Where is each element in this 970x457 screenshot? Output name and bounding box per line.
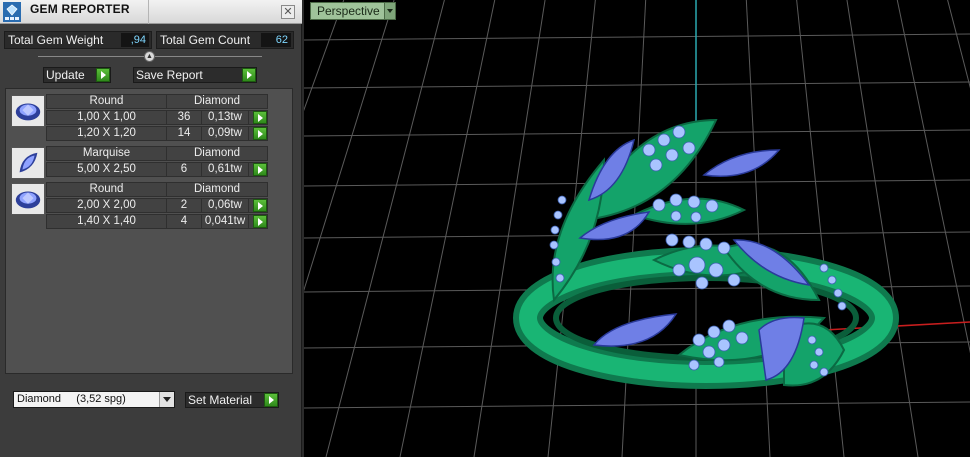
update-button-label: Update [46, 68, 85, 82]
material-dropdown[interactable]: Diamond (3,52 spg) [13, 391, 175, 408]
play-arrow-icon[interactable] [96, 68, 110, 82]
material-dropdown-value: Diamond (3,52 spg) [17, 393, 126, 405]
close-icon: ✕ [283, 5, 293, 18]
gem-group-header: Round Diamond [46, 182, 268, 197]
gem-reporter-app-icon [3, 2, 21, 22]
table-row[interactable]: 1,00 X 1,00 36 0,13tw [46, 110, 268, 125]
set-material-button[interactable]: Set Material [185, 392, 279, 408]
gem-material: Diamond [193, 95, 241, 107]
collapse-section-button[interactable]: ▲ [144, 51, 155, 62]
gem-count: 6 [167, 163, 202, 176]
play-arrow-icon[interactable] [253, 111, 267, 124]
gem-shape: Marquise [47, 147, 167, 160]
gem-weight: 0,041tw [202, 215, 249, 228]
gem-reporter-panel: GEM REPORTER ✕ Total Gem Weight ,94 Tota… [0, 0, 302, 457]
gem-count: 4 [167, 215, 202, 228]
gem-shape: Round [47, 183, 167, 196]
gem-size: 2,00 X 2,00 [47, 199, 167, 212]
titlebar-divider [148, 0, 149, 24]
gem-size: 1,00 X 1,00 [47, 111, 167, 124]
gem-material: Diamond [193, 183, 241, 195]
total-gem-count-value: 62 [261, 33, 291, 47]
gem-group-header: Marquise Diamond [46, 146, 268, 161]
gem-count: 2 [167, 199, 202, 212]
table-row[interactable]: 2,00 X 2,00 2 0,06tw [46, 198, 268, 213]
play-arrow-icon[interactable] [253, 127, 267, 140]
round-gem-icon[interactable] [11, 95, 45, 127]
gem-size: 1,40 X 1,40 [47, 215, 167, 228]
chevron-down-icon[interactable] [159, 392, 174, 407]
gem-weight: 0,06tw [202, 199, 249, 212]
marquise-gem-icon[interactable] [11, 147, 45, 179]
panel-title: GEM REPORTER [30, 2, 130, 16]
save-report-button[interactable]: Save Report [133, 67, 257, 83]
gem-count: 14 [167, 127, 202, 140]
play-arrow-icon[interactable] [264, 393, 278, 407]
play-arrow-icon[interactable] [253, 163, 267, 176]
gem-count: 36 [167, 111, 202, 124]
panel-titlebar[interactable]: GEM REPORTER ✕ [0, 0, 302, 24]
app-root: GEM REPORTER ✕ Total Gem Weight ,94 Tota… [0, 0, 970, 457]
floor-grid [304, 0, 970, 457]
gem-size: 5,00 X 2,50 [47, 163, 167, 176]
close-panel-button[interactable]: ✕ [281, 5, 295, 19]
play-arrow-icon[interactable] [242, 68, 256, 82]
play-arrow-icon[interactable] [253, 215, 267, 228]
view-mode-dropdown[interactable]: Perspective [310, 2, 396, 20]
chevron-up-icon: ▲ [146, 53, 153, 60]
gem-size: 1,20 X 1,20 [47, 127, 167, 140]
viewport-canvas[interactable] [304, 0, 970, 457]
round-gem-icon[interactable] [11, 183, 45, 215]
gem-group-header: Round Diamond [46, 94, 268, 109]
gem-weight: 0,09tw [202, 127, 249, 140]
chevron-down-icon[interactable] [384, 3, 395, 19]
total-gem-count-label: Total Gem Count [160, 33, 251, 47]
perspective-viewport[interactable]: Perspective [304, 0, 970, 457]
total-gem-weight: Total Gem Weight ,94 [4, 31, 152, 49]
gem-material: Diamond [193, 147, 241, 159]
table-row[interactable]: 5,00 X 2,50 6 0,61tw [46, 162, 268, 177]
gem-weight: 0,61tw [202, 163, 249, 176]
play-arrow-icon[interactable] [253, 199, 267, 212]
ring-model[interactable] [513, 118, 899, 389]
set-material-button-label: Set Material [188, 393, 253, 407]
view-mode-label: Perspective [317, 4, 380, 18]
total-gem-weight-value: ,94 [121, 33, 149, 47]
gem-shape: Round [47, 95, 167, 108]
table-row[interactable]: 1,20 X 1,20 14 0,09tw [46, 126, 268, 141]
total-gem-weight-label: Total Gem Weight [8, 33, 104, 47]
total-gem-count: Total Gem Count 62 [156, 31, 294, 49]
table-row[interactable]: 1,40 X 1,40 4 0,041tw [46, 214, 268, 229]
update-button[interactable]: Update [43, 67, 111, 83]
gem-list: Round Diamond 1,00 X 1,00 36 0,13tw 1,20… [5, 88, 293, 374]
save-report-button-label: Save Report [136, 68, 203, 82]
gem-weight: 0,13tw [202, 111, 249, 124]
